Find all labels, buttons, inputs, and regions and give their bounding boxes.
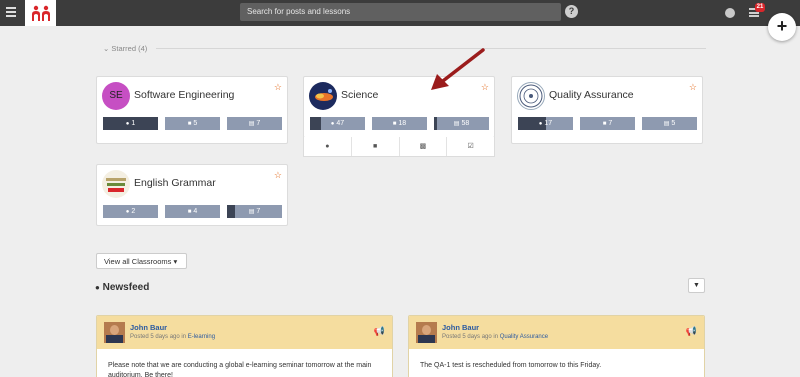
post-meta: Posted 5 days ago in Quality Assurance: [442, 334, 549, 340]
chevron-down-icon: ⌄: [103, 44, 110, 53]
classroom-avatar: [517, 82, 545, 110]
chart-action-icon[interactable]: ▩: [398, 137, 447, 156]
book-icon: ■: [187, 121, 192, 127]
filter-icon: ▼: [693, 282, 700, 289]
comment-icon: ●: [538, 121, 543, 127]
avatar[interactable]: [416, 322, 437, 343]
star-icon[interactable]: ☆: [274, 82, 282, 93]
lessons-stat[interactable]: ■ 18: [372, 117, 427, 130]
lessons-stat[interactable]: ■ 7: [580, 117, 635, 130]
star-icon[interactable]: ☆: [689, 82, 697, 93]
help-icon[interactable]: ?: [565, 5, 578, 18]
posts-stat[interactable]: ● 2: [103, 205, 158, 218]
classroom-title[interactable]: Quality Assurance: [549, 89, 634, 101]
checkbox-action-icon[interactable]: ☑: [446, 137, 494, 156]
book-icon: ■: [602, 121, 607, 127]
post-author[interactable]: John Baur: [130, 323, 167, 332]
megaphone-icon: 📢: [685, 326, 697, 336]
post-author[interactable]: John Baur: [442, 323, 479, 332]
post-header: John Baur Posted 5 days ago in Quality A…: [409, 316, 704, 349]
folder-action-icon[interactable]: ■: [350, 137, 399, 156]
notification-badge: 21: [755, 3, 765, 12]
starred-label: Starred (4): [111, 44, 148, 53]
app-logo[interactable]: [25, 0, 56, 26]
search-input[interactable]: Search for posts and lessons: [240, 3, 561, 21]
classroom-title[interactable]: Software Engineering: [134, 89, 234, 101]
classroom-card[interactable]: SE Software Engineering ☆ ● 1 ■ 5 ▤ 7: [96, 76, 288, 144]
menu-icon[interactable]: [6, 7, 16, 19]
annotation-arrow: [431, 48, 485, 90]
classroom-card[interactable]: English Grammar ☆ ● 2 ■ 4 ▤ 7: [96, 164, 288, 226]
classroom-title[interactable]: Science: [341, 89, 378, 101]
classroom-stats: ● 17 ■ 7 ▤ 5: [518, 117, 698, 130]
classroom-stats: ● 2 ■ 4 ▤ 7: [103, 205, 283, 218]
newsfeed-post: John Baur Posted 5 days ago in E-learnin…: [96, 315, 393, 377]
list-icon: ▤: [453, 121, 460, 127]
classroom-stats: ● 47 ■ 18 ▤ 58: [310, 117, 490, 130]
top-bar: Search for posts and lessons ? 21: [0, 0, 800, 26]
lessons-stat[interactable]: ■ 4: [165, 205, 220, 218]
chevron-down-icon: ▾: [173, 257, 178, 266]
newsfeed-post: John Baur Posted 5 days ago in Quality A…: [408, 315, 705, 377]
list-icon: ▤: [248, 121, 255, 127]
book-icon: ■: [392, 121, 397, 127]
view-all-classrooms-button[interactable]: View all Classrooms ▾: [96, 253, 187, 269]
list-icon: ▤: [248, 209, 255, 215]
items-stat[interactable]: ▤ 7: [227, 205, 282, 218]
post-classroom-link[interactable]: Quality Assurance: [500, 334, 548, 340]
list-icon: ▤: [663, 121, 670, 127]
globe-icon[interactable]: [725, 8, 735, 18]
posts-stat[interactable]: ● 47: [310, 117, 365, 130]
posts-stat[interactable]: ● 17: [518, 117, 573, 130]
classroom-avatar: [102, 170, 130, 198]
avatar[interactable]: [104, 322, 125, 343]
post-meta: Posted 5 days ago in E-learning: [130, 334, 216, 340]
star-icon[interactable]: ☆: [274, 170, 282, 181]
classroom-avatar: [309, 82, 337, 110]
comment-action-icon[interactable]: ●: [304, 137, 351, 156]
comment-icon: ●: [330, 121, 335, 127]
book-icon: ■: [187, 209, 192, 215]
newsfeed-heading: ● Newsfeed: [95, 282, 150, 293]
classroom-card[interactable]: Quality Assurance ☆ ● 17 ■ 7 ▤ 5: [511, 76, 703, 144]
comment-icon: ●: [125, 209, 130, 215]
classroom-avatar: SE: [102, 82, 130, 110]
starred-toggle[interactable]: ⌄ Starred (4): [103, 44, 147, 53]
post-header: John Baur Posted 5 days ago in E-learnin…: [97, 316, 392, 349]
filter-button[interactable]: ▼: [688, 278, 705, 293]
megaphone-icon: 📢: [373, 326, 385, 336]
post-classroom-link[interactable]: E-learning: [188, 334, 215, 340]
comment-icon: ●: [125, 121, 130, 127]
lessons-stat[interactable]: ■ 5: [165, 117, 220, 130]
comments-icon: ●: [95, 283, 100, 292]
classroom-actions: ● ■ ▩ ☑: [303, 137, 495, 157]
classroom-title[interactable]: English Grammar: [134, 177, 216, 189]
items-stat[interactable]: ▤ 58: [434, 117, 489, 130]
classroom-stats: ● 1 ■ 5 ▤ 7: [103, 117, 283, 130]
add-button[interactable]: +: [768, 13, 796, 41]
post-body: Please note that we are conducting a glo…: [108, 362, 372, 377]
items-stat[interactable]: ▤ 7: [227, 117, 282, 130]
post-body: The QA-1 test is rescheduled from tomorr…: [420, 362, 602, 369]
items-stat[interactable]: ▤ 5: [642, 117, 697, 130]
posts-stat[interactable]: ● 1: [103, 117, 158, 130]
